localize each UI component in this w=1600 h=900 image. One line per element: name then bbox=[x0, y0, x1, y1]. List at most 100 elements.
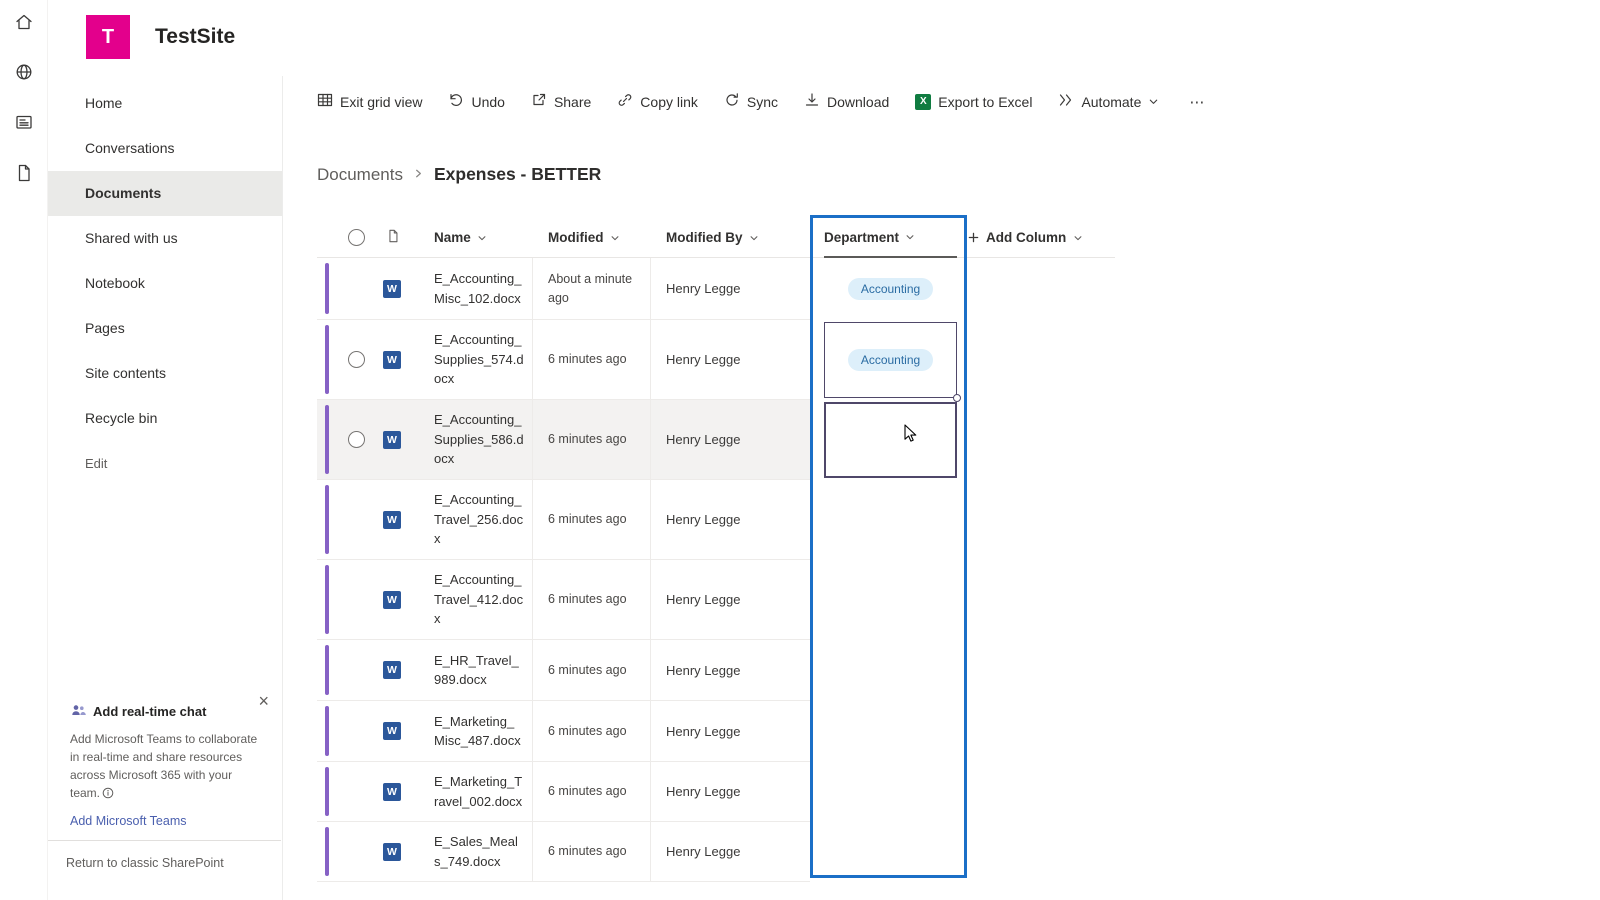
department-cell-box[interactable] bbox=[824, 402, 957, 478]
table-row[interactable]: W E_Accounting_Travel_256.docx 6 minutes… bbox=[317, 480, 1115, 560]
home-icon[interactable] bbox=[14, 12, 34, 32]
table-row[interactable]: W E_Accounting_Travel_412.docx 6 minutes… bbox=[317, 560, 1115, 640]
column-header-modified[interactable]: Modified bbox=[533, 230, 651, 245]
row-select-cell[interactable] bbox=[317, 258, 375, 320]
copy-link-button[interactable]: Copy link bbox=[617, 92, 698, 111]
return-to-classic-link[interactable]: Return to classic SharePoint bbox=[66, 856, 224, 870]
sidebar-item-pages[interactable]: Pages bbox=[48, 306, 282, 351]
department-cell[interactable] bbox=[810, 640, 967, 701]
department-cell-box[interactable]: Accounting bbox=[824, 322, 961, 402]
select-all-circle[interactable] bbox=[348, 229, 365, 246]
file-type-cell: W bbox=[375, 400, 419, 480]
close-icon[interactable]: × bbox=[258, 692, 269, 710]
export-to-excel-button[interactable]: X Export to Excel bbox=[915, 93, 1032, 110]
department-pill: Accounting bbox=[847, 278, 934, 300]
sidebar-item-conversations[interactable]: Conversations bbox=[48, 126, 282, 171]
sync-button[interactable]: Sync bbox=[724, 92, 778, 111]
department-cell-box[interactable] bbox=[824, 642, 957, 699]
department-cell[interactable] bbox=[810, 480, 967, 560]
site-logo[interactable]: T bbox=[86, 15, 130, 59]
sidebar-item-recycle-bin[interactable]: Recycle bin bbox=[48, 396, 282, 441]
table-body: W E_Accounting_Misc_102.docx About a min… bbox=[317, 258, 1115, 882]
word-file-icon: W bbox=[383, 661, 401, 679]
document-icon[interactable] bbox=[14, 163, 34, 183]
add-column-cell bbox=[967, 480, 1115, 560]
row-select-cell[interactable] bbox=[317, 320, 375, 400]
column-header-modified-by[interactable]: Modified By bbox=[651, 230, 810, 245]
table-row[interactable]: W E_Sales_Meals_749.docx 6 minutes ago H… bbox=[317, 822, 1115, 882]
automate-button[interactable]: Automate bbox=[1058, 92, 1159, 111]
file-name-cell[interactable]: E_HR_Travel_989.docx bbox=[419, 640, 533, 701]
file-name-cell[interactable]: E_Accounting_Supplies_574.docx bbox=[419, 320, 533, 400]
row-select-cell[interactable] bbox=[317, 400, 375, 480]
sidebar-item-site-contents[interactable]: Site contents bbox=[48, 351, 282, 396]
download-button[interactable]: Download bbox=[804, 92, 889, 111]
news-icon[interactable] bbox=[14, 112, 34, 132]
exit-grid-view-button[interactable]: Exit grid view bbox=[317, 92, 422, 111]
table-row[interactable]: W E_HR_Travel_989.docx 6 minutes ago Hen… bbox=[317, 640, 1115, 701]
file-name-cell[interactable]: E_Accounting_Travel_412.docx bbox=[419, 560, 533, 640]
row-selector-circle[interactable] bbox=[348, 431, 365, 448]
row-selector-circle[interactable] bbox=[348, 351, 365, 368]
row-select-cell[interactable] bbox=[317, 640, 375, 701]
file-name-cell[interactable]: E_Sales_Meals_749.docx bbox=[419, 822, 533, 882]
file-name-cell[interactable]: E_Marketing_Misc_487.docx bbox=[419, 701, 533, 762]
file-name-cell[interactable]: E_Marketing_Travel_002.docx bbox=[419, 762, 533, 822]
row-select-cell[interactable] bbox=[317, 762, 375, 822]
table-row[interactable]: W E_Accounting_Misc_102.docx About a min… bbox=[317, 258, 1115, 320]
document-list: Name Modified Modified By Department Add… bbox=[317, 218, 1115, 882]
breadcrumb-documents[interactable]: Documents bbox=[317, 165, 403, 185]
department-cell[interactable] bbox=[810, 400, 967, 480]
department-cell[interactable]: Accounting bbox=[810, 320, 967, 402]
file-type-cell: W bbox=[375, 640, 419, 701]
header-select-cell bbox=[317, 229, 375, 246]
header-file-type[interactable] bbox=[375, 229, 419, 246]
chevron-down-icon bbox=[750, 235, 757, 240]
department-cell[interactable] bbox=[810, 822, 967, 882]
share-button[interactable]: Share bbox=[531, 92, 591, 111]
department-cell-box[interactable] bbox=[824, 824, 957, 880]
department-cell-box[interactable] bbox=[824, 703, 957, 760]
sidebar-item-edit[interactable]: Edit bbox=[48, 441, 282, 486]
sidebar-item-home[interactable]: Home bbox=[48, 81, 282, 126]
department-cell-box[interactable]: Accounting bbox=[824, 260, 957, 318]
column-header-name[interactable]: Name bbox=[419, 230, 533, 245]
fill-handle[interactable] bbox=[953, 394, 961, 402]
file-name-cell[interactable]: E_Accounting_Supplies_586.docx bbox=[419, 400, 533, 480]
department-cell[interactable] bbox=[810, 560, 967, 640]
table-row[interactable]: W E_Marketing_Misc_487.docx 6 minutes ag… bbox=[317, 701, 1115, 762]
department-cell[interactable] bbox=[810, 701, 967, 762]
table-row[interactable]: W E_Marketing_Travel_002.docx 6 minutes … bbox=[317, 762, 1115, 822]
modified-by-cell: Henry Legge bbox=[651, 400, 810, 480]
department-cell[interactable] bbox=[810, 762, 967, 822]
row-select-cell[interactable] bbox=[317, 560, 375, 640]
add-microsoft-teams-link[interactable]: Add Microsoft Teams bbox=[70, 814, 267, 828]
row-select-cell[interactable] bbox=[317, 701, 375, 762]
info-icon[interactable] bbox=[102, 786, 114, 804]
row-select-cell[interactable] bbox=[317, 822, 375, 882]
undo-button[interactable]: Undo bbox=[448, 92, 505, 111]
chevron-down-icon bbox=[611, 235, 618, 240]
table-row[interactable]: W E_Accounting_Supplies_574.docx 6 minut… bbox=[317, 320, 1115, 402]
word-file-icon: W bbox=[383, 510, 401, 529]
department-cell[interactable]: Accounting bbox=[810, 258, 967, 320]
add-column-cell bbox=[967, 822, 1115, 882]
department-cell-box[interactable] bbox=[824, 482, 957, 558]
sidebar-item-notebook[interactable]: Notebook bbox=[48, 261, 282, 306]
site-title[interactable]: TestSite bbox=[155, 25, 235, 49]
main-content: Exit grid view Undo Share Copy link Sync… bbox=[283, 76, 1600, 900]
app-rail bbox=[0, 0, 48, 900]
row-select-cell[interactable] bbox=[317, 480, 375, 560]
modified-by-cell: Henry Legge bbox=[651, 258, 810, 320]
department-cell-box[interactable] bbox=[824, 562, 957, 638]
file-name-cell[interactable]: E_Accounting_Travel_256.docx bbox=[419, 480, 533, 560]
sidebar-item-documents[interactable]: Documents bbox=[48, 171, 282, 216]
add-column-button[interactable]: Add Column bbox=[967, 230, 1115, 245]
sidebar-item-shared-with-us[interactable]: Shared with us bbox=[48, 216, 282, 261]
globe-icon[interactable] bbox=[14, 62, 34, 82]
department-cell-box[interactable] bbox=[824, 764, 957, 820]
table-row[interactable]: W E_Accounting_Supplies_586.docx 6 minut… bbox=[317, 400, 1115, 480]
more-commands-button[interactable]: ⋯ bbox=[1185, 93, 1209, 111]
file-name-cell[interactable]: E_Accounting_Misc_102.docx bbox=[419, 258, 533, 320]
column-header-department[interactable]: Department bbox=[810, 218, 967, 258]
